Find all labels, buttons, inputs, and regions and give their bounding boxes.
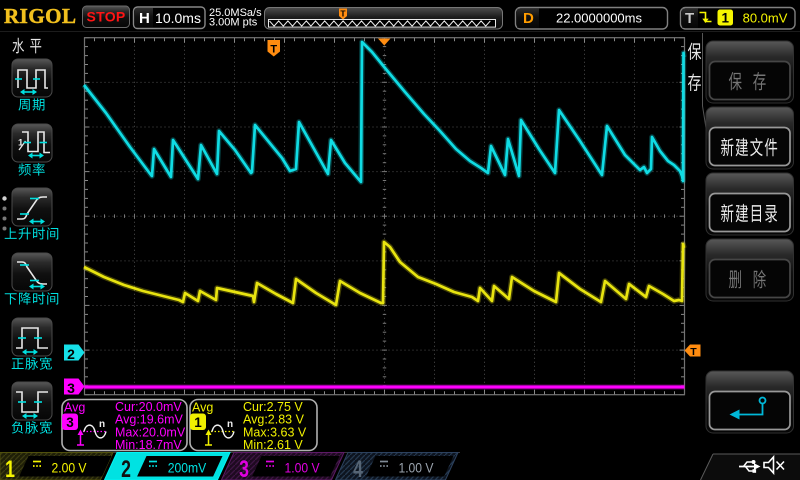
svg-text:3.00M pts: 3.00M pts <box>209 17 258 29</box>
svg-text:1.00 V: 1.00 V <box>284 460 320 476</box>
svg-text:1: 1 <box>194 415 202 430</box>
svg-text:4: 4 <box>353 455 363 480</box>
svg-text:n: n <box>227 419 233 430</box>
svg-text:T: T <box>690 346 697 358</box>
svg-text:1: 1 <box>5 455 15 480</box>
svg-text:22.0000000ms: 22.0000000ms <box>556 11 643 26</box>
svg-text:Min:2.61 V: Min:2.61 V <box>243 438 303 452</box>
svg-text:2: 2 <box>67 346 75 362</box>
svg-text:T: T <box>685 10 694 27</box>
svg-text:STOP: STOP <box>86 9 125 25</box>
svg-text:3: 3 <box>239 455 249 480</box>
svg-text:3: 3 <box>66 415 74 430</box>
svg-text:T: T <box>340 9 346 19</box>
svg-text:3: 3 <box>67 380 75 396</box>
svg-text:2.00 V: 2.00 V <box>51 460 87 476</box>
svg-text:10.0ms: 10.0ms <box>155 10 201 26</box>
svg-text:RIGOL: RIGOL <box>4 4 77 28</box>
svg-text:D: D <box>523 10 534 27</box>
svg-text:Avg: Avg <box>192 401 213 415</box>
svg-text:2: 2 <box>121 455 131 480</box>
svg-text:200mV: 200mV <box>168 460 207 476</box>
svg-text:H: H <box>139 10 150 27</box>
svg-text:Avg: Avg <box>64 401 85 415</box>
svg-text:n: n <box>99 419 105 430</box>
svg-text:80.0mV: 80.0mV <box>743 11 788 26</box>
svg-text:1.00 V: 1.00 V <box>398 460 434 476</box>
svg-text:1: 1 <box>721 11 729 26</box>
svg-text:Min:18.7mV: Min:18.7mV <box>115 438 182 452</box>
svg-text:T: T <box>270 44 277 56</box>
